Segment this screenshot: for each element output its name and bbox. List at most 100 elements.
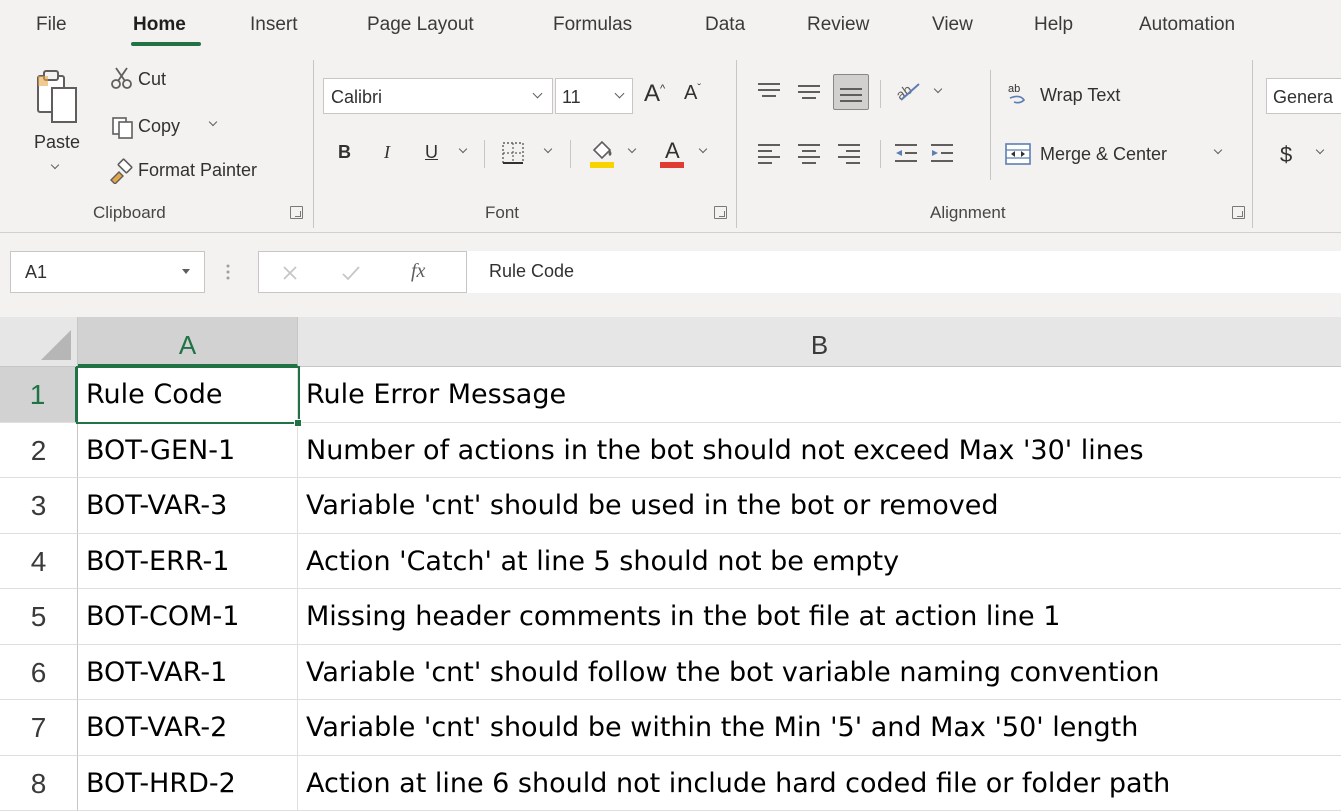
font-dialog-launcher-icon[interactable] [714,206,727,219]
paste-chevron-down-icon[interactable] [50,160,60,170]
clipboard-group-label: Clipboard [93,203,166,222]
error-message-cell[interactable]: Missing header comments in the bot file … [298,589,1341,645]
tab-file[interactable]: File [36,14,67,36]
font-color-icon[interactable]: A [658,136,686,170]
column-header-a[interactable]: A [78,317,298,367]
row-header[interactable]: 3 [0,478,78,534]
tab-view[interactable]: View [932,14,973,36]
currency-format-button[interactable]: $ [1280,142,1292,168]
error-message-cell[interactable]: Variable 'cnt' should follow the bot var… [298,645,1341,700]
divider [570,140,571,168]
rule-code-cell[interactable]: BOT-HRD-2 [78,755,298,811]
align-middle-icon[interactable] [796,80,822,102]
orientation-chevron-down-icon[interactable] [933,84,943,94]
align-top-icon[interactable] [756,80,782,102]
error-message-cell[interactable]: Action 'Catch' at line 5 should not be e… [298,534,1341,589]
merge-center-icon[interactable] [1004,142,1032,166]
tab-page-layout[interactable]: Page Layout [367,14,474,36]
tab-data[interactable]: Data [705,14,745,36]
currency-chevron-down-icon[interactable] [1315,145,1325,155]
orientation-icon[interactable]: ab [893,76,923,104]
row-header[interactable]: 6 [0,644,78,700]
divider [484,140,485,168]
number-format-dropdown[interactable]: Genera [1266,78,1341,114]
merge-center-button[interactable]: Merge & Center [1040,144,1167,165]
tab-insert[interactable]: Insert [250,14,298,36]
name-box[interactable]: A1 [10,251,205,293]
name-box-chevron-down-icon[interactable] [181,268,191,276]
paste-label[interactable]: Paste [34,132,80,153]
worksheet-grid: A B 1 Rule Code Rule Error Message 2 BOT-GEN… [0,317,1341,812]
row-header[interactable]: 2 [0,422,78,478]
copy-button[interactable]: Copy [138,116,180,137]
error-message-cell[interactable]: Variable 'cnt' should be used in the bot… [298,478,1341,534]
align-left-icon[interactable] [756,142,782,164]
row-header[interactable]: 5 [0,589,78,645]
clipboard-dialog-launcher-icon[interactable] [290,206,303,219]
font-color-swatch [660,162,684,168]
paste-button[interactable] [32,68,80,138]
select-all-button[interactable] [0,317,78,367]
row-header[interactable]: 1 [0,367,78,423]
font-size-dropdown[interactable]: 11 [555,78,633,114]
increase-font-size-icon[interactable]: A^ [644,80,665,108]
cell-b1[interactable]: Rule Error Message [298,367,1341,423]
wrap-text-button[interactable]: Wrap Text [1040,85,1120,106]
formula-input-value: Rule Code [489,261,575,281]
borders-icon[interactable] [500,140,526,166]
fill-handle[interactable] [294,419,302,427]
underline-chevron-down-icon[interactable] [458,144,468,154]
align-bottom-icon [840,88,862,102]
rule-code-cell[interactable]: BOT-VAR-3 [78,478,298,534]
tab-formulas[interactable]: Formulas [553,14,632,36]
error-message-cell[interactable]: Number of actions in the bot should not … [298,423,1341,478]
rule-code-cell[interactable]: BOT-COM-1 [78,589,298,645]
rule-code-cell[interactable]: BOT-VAR-1 [78,644,298,700]
cancel-icon[interactable] [281,264,299,282]
format-painter-button[interactable]: Format Painter [138,160,257,181]
error-message-cell[interactable]: Variable 'cnt' should be within the Min … [298,700,1341,756]
fill-color-chevron-down-icon[interactable] [627,144,637,154]
merge-center-chevron-down-icon[interactable] [1213,145,1223,155]
column-header-b[interactable]: B [298,317,1341,367]
bold-button[interactable]: B [338,142,351,163]
underline-button[interactable]: U [425,142,438,163]
divider [880,80,881,108]
increase-indent-icon[interactable] [929,142,955,164]
copy-chevron-down-icon[interactable] [208,117,218,127]
decrease-indent-icon[interactable] [893,142,919,164]
font-name-dropdown[interactable]: Calibri [323,78,553,114]
number-format-value: Genera [1273,87,1334,107]
ribbon: Paste Cut Copy Format Painter Clipboard … [0,50,1341,233]
alignment-dialog-launcher-icon[interactable] [1232,206,1245,219]
tab-automation[interactable]: Automation [1139,14,1235,36]
decrease-font-size-icon[interactable]: Aˇ [684,82,701,105]
copy-icon [112,117,133,139]
name-box-value: A1 [25,262,48,282]
align-bottom-button[interactable] [833,74,869,110]
align-center-icon[interactable] [796,142,822,164]
formula-input[interactable]: Rule Code [466,251,1341,293]
tab-help[interactable]: Help [1034,14,1073,36]
error-message-cell[interactable]: Action at line 6 should not include hard… [298,756,1341,811]
row-header[interactable]: 8 [0,755,78,811]
italic-button[interactable]: I [384,142,390,163]
rule-code-cell[interactable]: BOT-ERR-1 [78,533,298,589]
font-color-chevron-down-icon[interactable] [698,144,708,154]
wrap-text-icon[interactable]: ab [1006,82,1034,108]
insert-function-icon[interactable]: fx [411,260,425,283]
rule-code-cell[interactable]: BOT-GEN-1 [78,422,298,478]
cell-a1[interactable]: Rule Code [78,367,298,423]
borders-chevron-down-icon[interactable] [543,144,553,154]
align-right-icon[interactable] [836,142,862,164]
enter-checkmark-icon[interactable] [341,264,361,282]
row-header[interactable]: 4 [0,533,78,589]
row-header[interactable]: 7 [0,700,78,756]
cut-button[interactable]: Cut [138,69,166,90]
tab-review[interactable]: Review [807,14,869,36]
rule-code-cell[interactable]: BOT-VAR-2 [78,700,298,756]
tab-home[interactable]: Home [133,14,186,36]
formula-bar-grip-icon[interactable] [225,263,231,281]
scissors-icon [111,67,132,89]
fill-color-icon[interactable] [588,136,616,170]
